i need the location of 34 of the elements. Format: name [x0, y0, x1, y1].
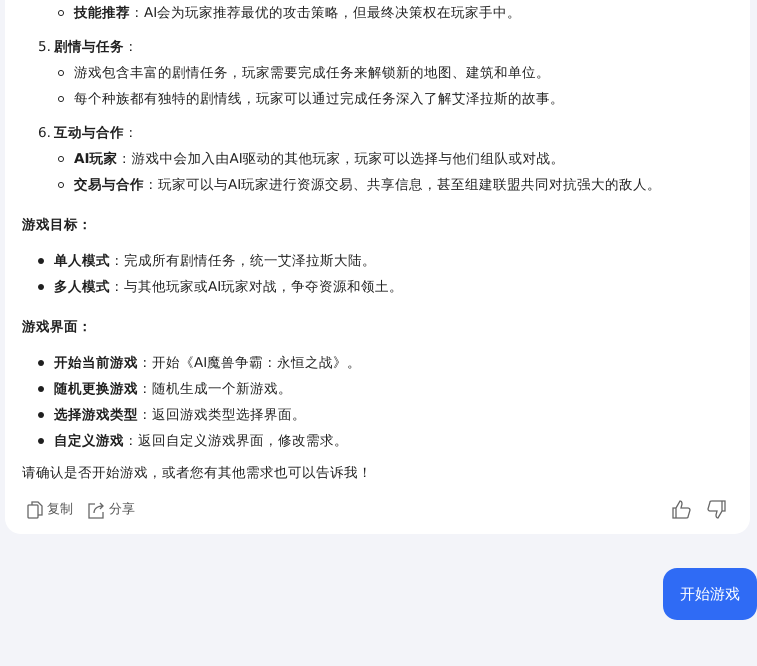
- start-game-button[interactable]: 开始游戏: [663, 568, 757, 620]
- bullet-icon: [58, 182, 64, 188]
- list-item-text: 单人模式：完成所有剧情任务，统一艾泽拉斯大陆。: [54, 252, 376, 271]
- bullet-icon: [38, 438, 44, 444]
- list-item-text: 游戏包含丰富的剧情任务，玩家需要完成任务来解锁新的地图、建筑和单位。: [74, 64, 550, 83]
- item-title: 剧情与任务：: [54, 38, 139, 57]
- list-item-text: 选择游戏类型：返回游戏类型选择界面。: [54, 406, 306, 425]
- list-item-text: 交易与合作：玩家可以与AI玩家进行资源交易、共享信息，甚至组建联盟共同对抗强大的敌人。: [74, 176, 662, 195]
- bullet-icon: [38, 386, 44, 392]
- bullet-icon: [58, 156, 64, 162]
- section-heading: 游戏界面：: [22, 318, 93, 337]
- bullet-icon: [58, 10, 64, 16]
- list-item-text: 多人模式：与其他玩家或AI玩家对战，争夺资源和领土。: [54, 278, 404, 297]
- share-button[interactable]: 分享: [82, 496, 140, 524]
- bullet-icon: [38, 412, 44, 418]
- bullet-icon: [38, 284, 44, 290]
- list-item-text: 开始当前游戏：开始《AI魔兽争霸：永恒之战》。: [54, 354, 362, 373]
- copy-button[interactable]: 复制: [22, 496, 78, 524]
- list-item-text: AI玩家：游戏中会加入由AI驱动的其他玩家，玩家可以选择与他们组队或对战。: [74, 150, 565, 169]
- copy-icon: [27, 500, 43, 519]
- list-item-text: 每个种族都有独特的剧情线，玩家可以通过完成任务深入了解艾泽拉斯的故事。: [74, 90, 564, 109]
- share-icon: [87, 500, 105, 519]
- bullet-icon: [58, 70, 64, 76]
- list-item-text: 自定义游戏：返回自定义游戏界面，修改需求。: [54, 432, 348, 451]
- bullet-icon: [38, 258, 44, 264]
- item-number: 6.: [38, 124, 52, 143]
- item-number: 5.: [38, 38, 52, 57]
- list-item-text: 技能推荐：AI会为玩家推荐最优的攻击策略，但最终决策权在玩家手中。: [74, 4, 522, 23]
- bullet-icon: [58, 96, 64, 102]
- bullet-icon: [38, 360, 44, 366]
- list-item-text: 随机更换游戏：随机生成一个新游戏。: [54, 380, 292, 399]
- closing-text: 请确认是否开始游戏，或者您有其他需求也可以告诉我！: [22, 464, 373, 483]
- section-heading: 游戏目标：: [22, 216, 93, 235]
- item-title: 互动与合作：: [54, 124, 139, 143]
